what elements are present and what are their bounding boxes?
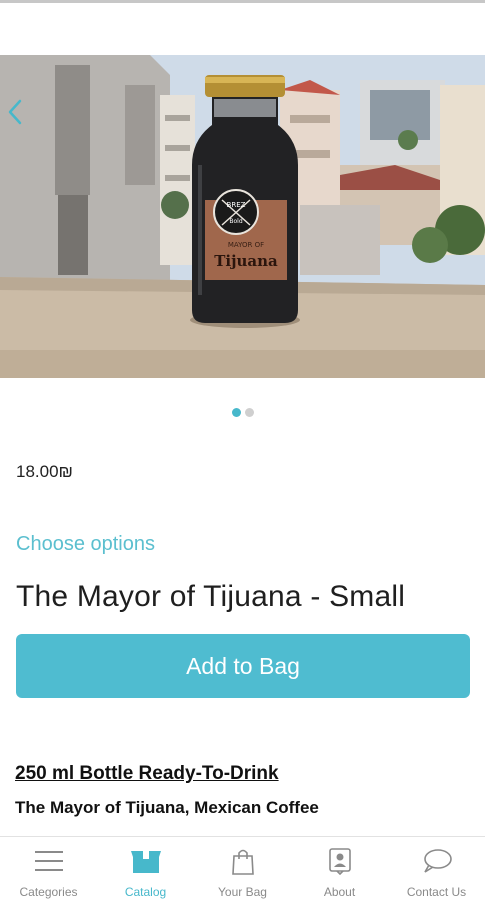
bottle-label-small: MAYOR OF [228,241,264,249]
nav-item-catalog[interactable]: Catalog [97,837,194,901]
nav-item-about[interactable]: About [291,837,388,901]
nav-label-about: About [323,885,356,899]
add-to-bag-button[interactable]: Add to Bag [16,634,470,698]
choose-options-heading: Choose options [16,533,155,555]
description-heading: 250 ml Bottle Ready-To-Drink [15,763,279,784]
product-image[interactable]: BREZ Bold MAYOR OF Tijuana [0,55,485,378]
bottle-label-bold: Bold [229,218,242,225]
nav-label-catalog: Catalog [124,885,167,899]
chat-bubble-icon [420,847,454,875]
description-subtitle: The Mayor of Tijuana, Mexican Coffee [15,798,319,817]
bottle-label-brand: BREZ [227,201,246,209]
back-button[interactable] [8,99,30,133]
bottom-navigation: Categories Catalog Your Bag About Contac… [0,836,485,901]
catalog-box-icon [129,847,163,875]
menu-icon [32,847,66,875]
product-option-title: The Mayor of Tijuana - Small [16,580,406,613]
bottle-label-name: Tijuana [214,252,278,270]
carousel-dot[interactable] [244,408,254,417]
shopping-bag-icon [226,847,260,875]
product-photo: BREZ Bold MAYOR OF Tijuana [0,55,485,378]
top-divider [0,0,485,3]
chevron-left-icon [8,99,22,125]
nav-item-contact-us[interactable]: Contact Us [388,837,485,901]
carousel-indicator [0,408,485,417]
nav-label-your-bag: Your Bag [218,885,267,899]
nav-item-your-bag[interactable]: Your Bag [194,837,291,901]
nav-item-categories[interactable]: Categories [0,837,97,901]
about-person-icon [323,847,357,875]
carousel-dot-active[interactable] [231,408,241,417]
nav-label-categories: Categories [19,885,78,899]
nav-label-contact-us: Contact Us [406,885,467,899]
product-price: 18.00₪ [16,462,73,481]
